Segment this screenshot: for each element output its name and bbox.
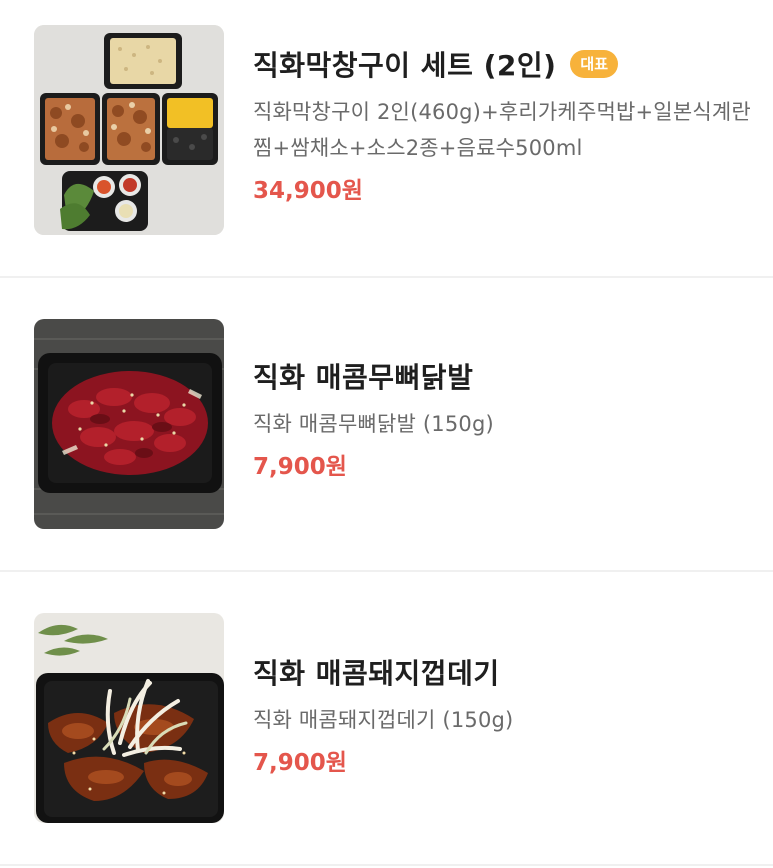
divider bbox=[0, 276, 773, 278]
menu-item-photo bbox=[34, 319, 224, 529]
menu-item-pork-skin[interactable]: 직화 매콤돼지껍데기 직화 매콤돼지껍데기 (150g) 7,900원 bbox=[0, 588, 773, 864]
menu-item-description: 직화 매콤무뼈닭발 (150g) bbox=[253, 412, 494, 436]
menu-item-name: 직화 매콤돼지껍데기 bbox=[253, 657, 500, 690]
menu-item-set[interactable]: 직화막창구이 세트 (2인) 대표 직화막창구이 2인(460g)+후리가케주먹… bbox=[0, 0, 773, 276]
menu-item-description: 직화 매콤돼지껍데기 (150g) bbox=[253, 708, 514, 732]
menu-item-price: 7,900원 bbox=[253, 750, 347, 776]
menu-item-name-row: 직화 매콤무뼈닭발 bbox=[253, 354, 753, 398]
menu-item-name: 직화 매콤무뼈닭발 bbox=[253, 361, 474, 394]
menu-item-photo bbox=[34, 25, 224, 235]
menu-item-info: 직화 매콤돼지껍데기 직화 매콤돼지껍데기 (150g) 7,900원 bbox=[253, 650, 753, 780]
menu-item-photo bbox=[34, 613, 224, 823]
menu-item-name-row: 직화 매콤돼지껍데기 bbox=[253, 650, 753, 694]
signature-badge: 대표 bbox=[570, 50, 619, 78]
menu-item-chicken-feet[interactable]: 직화 매콤무뼈닭발 직화 매콤무뼈닭발 (150g) 7,900원 bbox=[0, 294, 773, 570]
menu-item-price: 34,900원 bbox=[253, 178, 363, 204]
menu-item-info: 직화 매콤무뼈닭발 직화 매콤무뼈닭발 (150g) 7,900원 bbox=[253, 354, 753, 484]
menu-item-info: 직화막창구이 세트 (2인) 대표 직화막창구이 2인(460g)+후리가케주먹… bbox=[253, 42, 753, 208]
divider bbox=[0, 864, 773, 866]
menu-item-price: 7,900원 bbox=[253, 454, 347, 480]
menu-item-name-row: 직화막창구이 세트 (2인) 대표 bbox=[253, 42, 753, 86]
divider bbox=[0, 570, 773, 572]
menu-list: 직화막창구이 세트 (2인) 대표 직화막창구이 2인(460g)+후리가케주먹… bbox=[0, 0, 773, 868]
menu-item-description: 직화막창구이 2인(460g)+후리가케주먹밥+일본식계란찜+쌈채소+소스2종+… bbox=[253, 100, 751, 160]
menu-item-name: 직화막창구이 세트 (2인) bbox=[253, 49, 557, 82]
